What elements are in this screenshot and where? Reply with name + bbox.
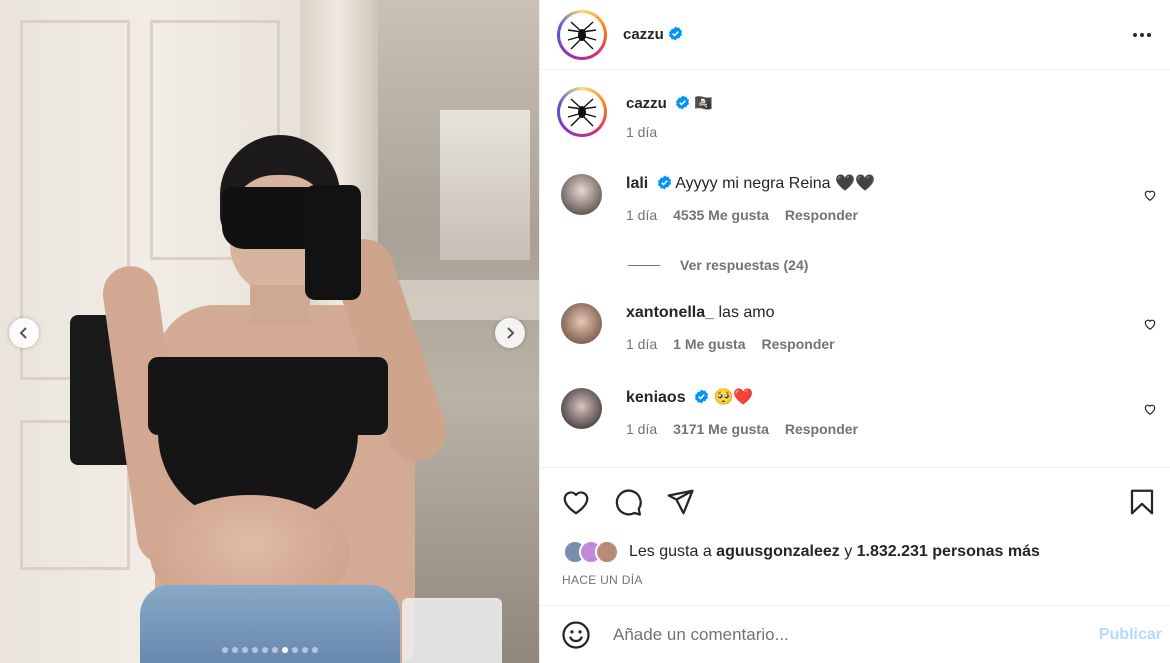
comment-username[interactable]: xantonella_ xyxy=(626,304,714,321)
carousel-dot xyxy=(291,647,298,653)
comment-text: 🥺❤️ xyxy=(713,389,754,406)
likes-count-link[interactable]: 1.832.231 personas más xyxy=(857,543,1040,561)
view-replies-button[interactable]: Ver respuestas (24) xyxy=(628,257,808,273)
carousel-dot xyxy=(221,647,228,653)
liker-avatar xyxy=(595,540,619,564)
carousel-dot xyxy=(241,647,248,653)
post-panel: cazzu cazzu 🏴‍☠ xyxy=(539,0,1170,663)
comment-username[interactable]: keniaos xyxy=(626,389,686,406)
post-photo[interactable] xyxy=(0,0,539,663)
share-paper-plane-icon[interactable] xyxy=(665,487,695,517)
emoji-picker-icon[interactable] xyxy=(561,620,591,650)
comment-like-heart-icon[interactable] xyxy=(1143,402,1157,416)
comment-input[interactable] xyxy=(613,624,1099,645)
comment-like-heart-icon[interactable] xyxy=(1143,188,1157,202)
commenter-avatar[interactable] xyxy=(561,388,602,429)
verified-badge-icon xyxy=(695,389,709,404)
comment-username[interactable]: lali xyxy=(626,175,648,192)
comment-bubble-icon[interactable] xyxy=(613,487,643,517)
caption-avatar[interactable] xyxy=(557,87,607,137)
verified-badge-icon xyxy=(657,175,671,190)
photo-person xyxy=(60,135,455,663)
comment-reply-button[interactable]: Responder xyxy=(762,336,835,352)
chevron-right-icon xyxy=(507,327,515,339)
comment-reply-button[interactable]: Responder xyxy=(785,207,858,223)
carousel-indicator xyxy=(0,647,539,653)
comment-time: 1 día xyxy=(626,336,658,352)
commenter-avatar[interactable] xyxy=(561,174,602,215)
chevron-left-icon xyxy=(19,327,27,339)
carousel-dot xyxy=(231,647,238,653)
comment-time: 1 día xyxy=(626,421,658,437)
comments-section[interactable]: cazzu 🏴‍☠️ 1 día lali Ayyyy mi negra Rei… xyxy=(540,71,1170,468)
likes-middle: y xyxy=(839,543,857,560)
caption-text: 🏴‍☠️ xyxy=(694,95,713,112)
ellipsis-icon xyxy=(1133,32,1151,37)
post-action-bar xyxy=(561,484,1157,520)
comment-item: keniaos 🥺❤️ 1 día 3171 Me gusta Responde… xyxy=(561,388,1157,437)
comment-likes-count[interactable]: 1 Me gusta xyxy=(673,336,745,352)
spider-logo-icon xyxy=(567,98,597,127)
carousel-dot xyxy=(261,647,268,653)
more-options-button[interactable] xyxy=(1130,23,1154,47)
commenter-avatar[interactable] xyxy=(561,303,602,344)
caption-username[interactable]: cazzu xyxy=(626,95,667,112)
save-bookmark-icon[interactable] xyxy=(1127,487,1157,517)
spider-logo-icon xyxy=(567,20,597,49)
carousel-dot xyxy=(301,647,308,653)
carousel-dot xyxy=(281,647,288,653)
comment-item: xantonella_ las amo 1 día 1 Me gusta Res… xyxy=(561,303,1157,352)
carousel-next-button[interactable] xyxy=(495,318,525,348)
post-timestamp: HACE UN DÍA xyxy=(562,573,643,587)
photo-glass xyxy=(402,598,502,663)
comment-like-heart-icon[interactable] xyxy=(1143,317,1157,331)
comment-item: lali Ayyyy mi negra Reina 🖤🖤 1 día 4535 … xyxy=(561,174,1157,223)
comment-text: las amo xyxy=(718,304,775,321)
likers-avatars[interactable] xyxy=(563,540,619,564)
comment-time: 1 día xyxy=(626,207,658,223)
carousel-dot xyxy=(251,647,258,653)
carousel-dot xyxy=(311,647,318,653)
verified-badge-icon xyxy=(676,95,689,110)
replies-divider xyxy=(628,264,660,266)
comment-likes-count[interactable]: 3171 Me gusta xyxy=(673,421,769,437)
post-header: cazzu xyxy=(540,0,1170,70)
caption-time: 1 día xyxy=(626,124,658,140)
carousel-dot xyxy=(271,647,278,653)
like-heart-icon[interactable] xyxy=(561,487,591,517)
verified-badge-icon xyxy=(668,26,682,41)
comment-likes-count[interactable]: 4535 Me gusta xyxy=(673,207,769,223)
carousel-prev-button[interactable] xyxy=(9,318,39,348)
publish-button[interactable]: Publicar xyxy=(1099,626,1162,644)
author-username[interactable]: cazzu xyxy=(623,26,683,43)
likes-first-user[interactable]: aguusgonzaleez xyxy=(716,543,840,561)
post-caption: cazzu 🏴‍☠️ 1 día xyxy=(557,87,713,140)
author-avatar[interactable] xyxy=(557,9,607,60)
comment-reply-button[interactable]: Responder xyxy=(785,421,858,437)
likes-prefix: Les gusta a xyxy=(629,543,717,560)
likes-summary: Les gusta a aguusgonzaleez y 1.832.231 p… xyxy=(563,540,1040,564)
add-comment-bar: Publicar xyxy=(540,605,1170,663)
comment-text: Ayyyy mi negra Reina 🖤🖤 xyxy=(675,175,875,192)
